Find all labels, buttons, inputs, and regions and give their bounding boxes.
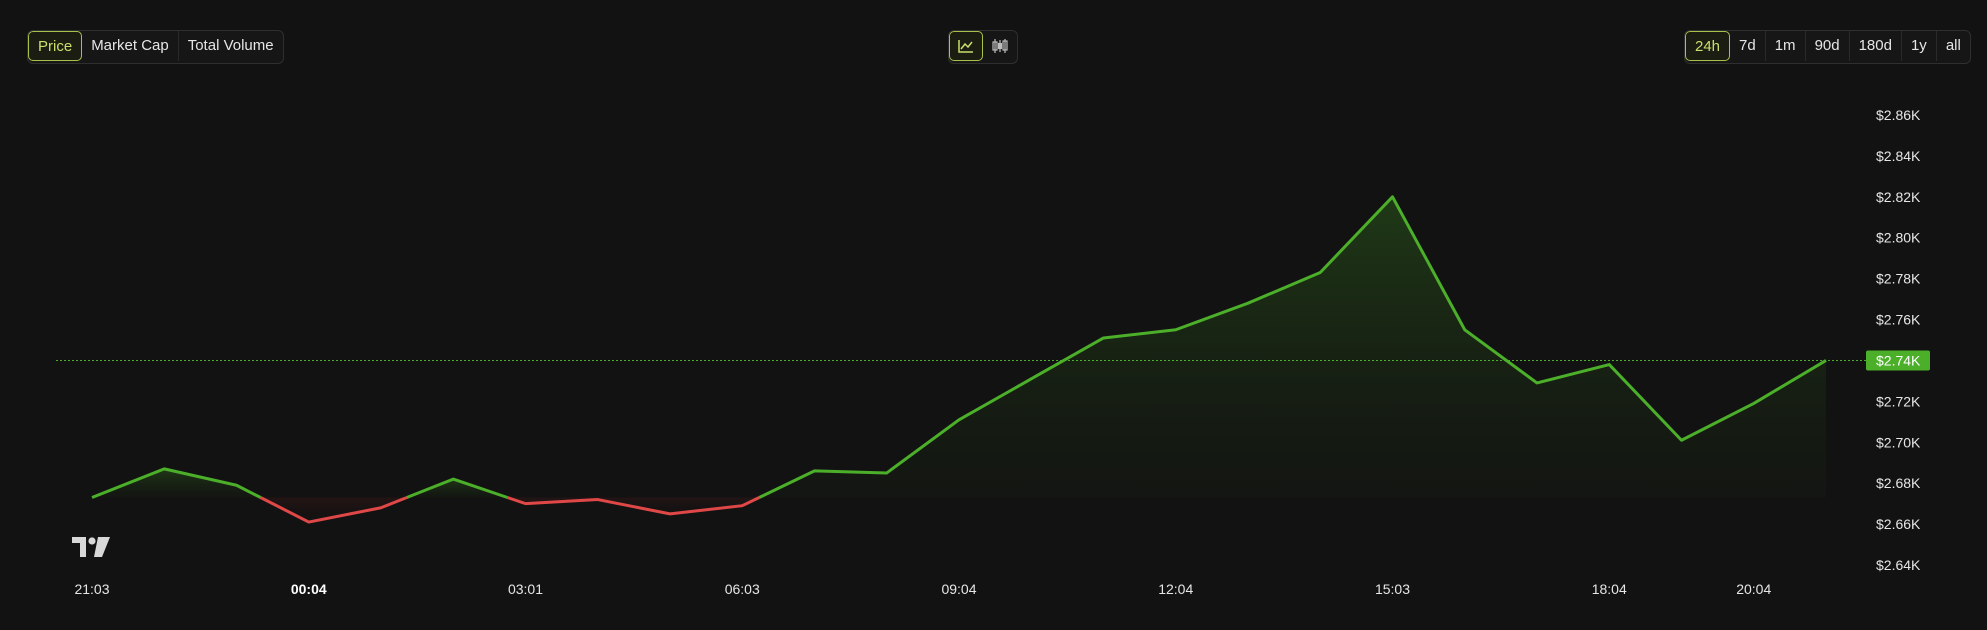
- y-tick-label: $2.66K: [1876, 516, 1921, 532]
- y-tick-label: $2.76K: [1876, 312, 1921, 328]
- data-point: [162, 467, 166, 471]
- current-price-label: $2.74K: [1876, 352, 1921, 368]
- data-point: [90, 496, 94, 500]
- x-tick-label: 03:01: [508, 581, 543, 597]
- y-tick-label: $2.70K: [1876, 434, 1921, 450]
- data-point: [1463, 328, 1467, 332]
- x-tick-label: 09:04: [941, 581, 976, 597]
- data-point: [596, 498, 600, 502]
- data-point: [1174, 328, 1178, 332]
- data-point: [1391, 195, 1395, 199]
- data-point: [379, 506, 383, 510]
- x-tick-label: 18:04: [1592, 581, 1627, 597]
- current-price-badge: $2.74K: [1866, 350, 1930, 371]
- data-point: [524, 502, 528, 506]
- data-point: [1824, 358, 1828, 362]
- data-point: [885, 471, 889, 475]
- x-axis: 21:03 00:04 03:01 06:03 09:04 12:04 15:03 18:04…: [74, 581, 1771, 597]
- x-tick-label: 21:03: [74, 581, 109, 597]
- data-point: [1246, 301, 1250, 305]
- y-tick-label: $2.86K: [1876, 107, 1921, 123]
- data-point: [1607, 363, 1611, 367]
- y-tick-label: $2.68K: [1876, 475, 1921, 491]
- x-tick-label: 15:03: [1375, 581, 1410, 597]
- price-chart[interactable]: $2.86K $2.84K $2.82K $2.80K $2.78K $2.76K $2.7…: [0, 0, 1987, 630]
- data-point: [1318, 271, 1322, 275]
- y-tick-label: $2.82K: [1876, 189, 1921, 205]
- y-tick-label: $2.72K: [1876, 393, 1921, 409]
- data-point: [1535, 381, 1539, 385]
- y-tick-label: $2.78K: [1876, 271, 1921, 287]
- data-point: [1029, 377, 1033, 381]
- data-point: [1680, 438, 1684, 442]
- y-axis: $2.86K $2.84K $2.82K $2.80K $2.78K $2.76K $2.7…: [1876, 107, 1921, 573]
- data-point: [957, 418, 961, 422]
- data-point: [307, 520, 311, 524]
- y-tick-label: $2.84K: [1876, 148, 1921, 164]
- data-point: [451, 477, 455, 481]
- area-segment: [92, 468, 261, 498]
- data-point: [1102, 336, 1106, 340]
- x-tick-label: 06:03: [725, 581, 760, 597]
- area-segment: [759, 196, 1826, 498]
- data-point: [235, 483, 239, 487]
- x-tick-label: 12:04: [1158, 581, 1193, 597]
- data-point: [668, 512, 672, 516]
- y-tick-label: $2.80K: [1876, 230, 1921, 246]
- y-tick-label: $2.64K: [1876, 557, 1921, 573]
- data-point: [813, 469, 817, 473]
- data-point: [1752, 401, 1756, 405]
- x-tick-label: 00:04: [291, 581, 327, 597]
- x-tick-label: 20:04: [1736, 581, 1771, 597]
- data-point: [740, 504, 744, 508]
- tradingview-logo: [72, 537, 110, 557]
- price-area: [92, 196, 1826, 523]
